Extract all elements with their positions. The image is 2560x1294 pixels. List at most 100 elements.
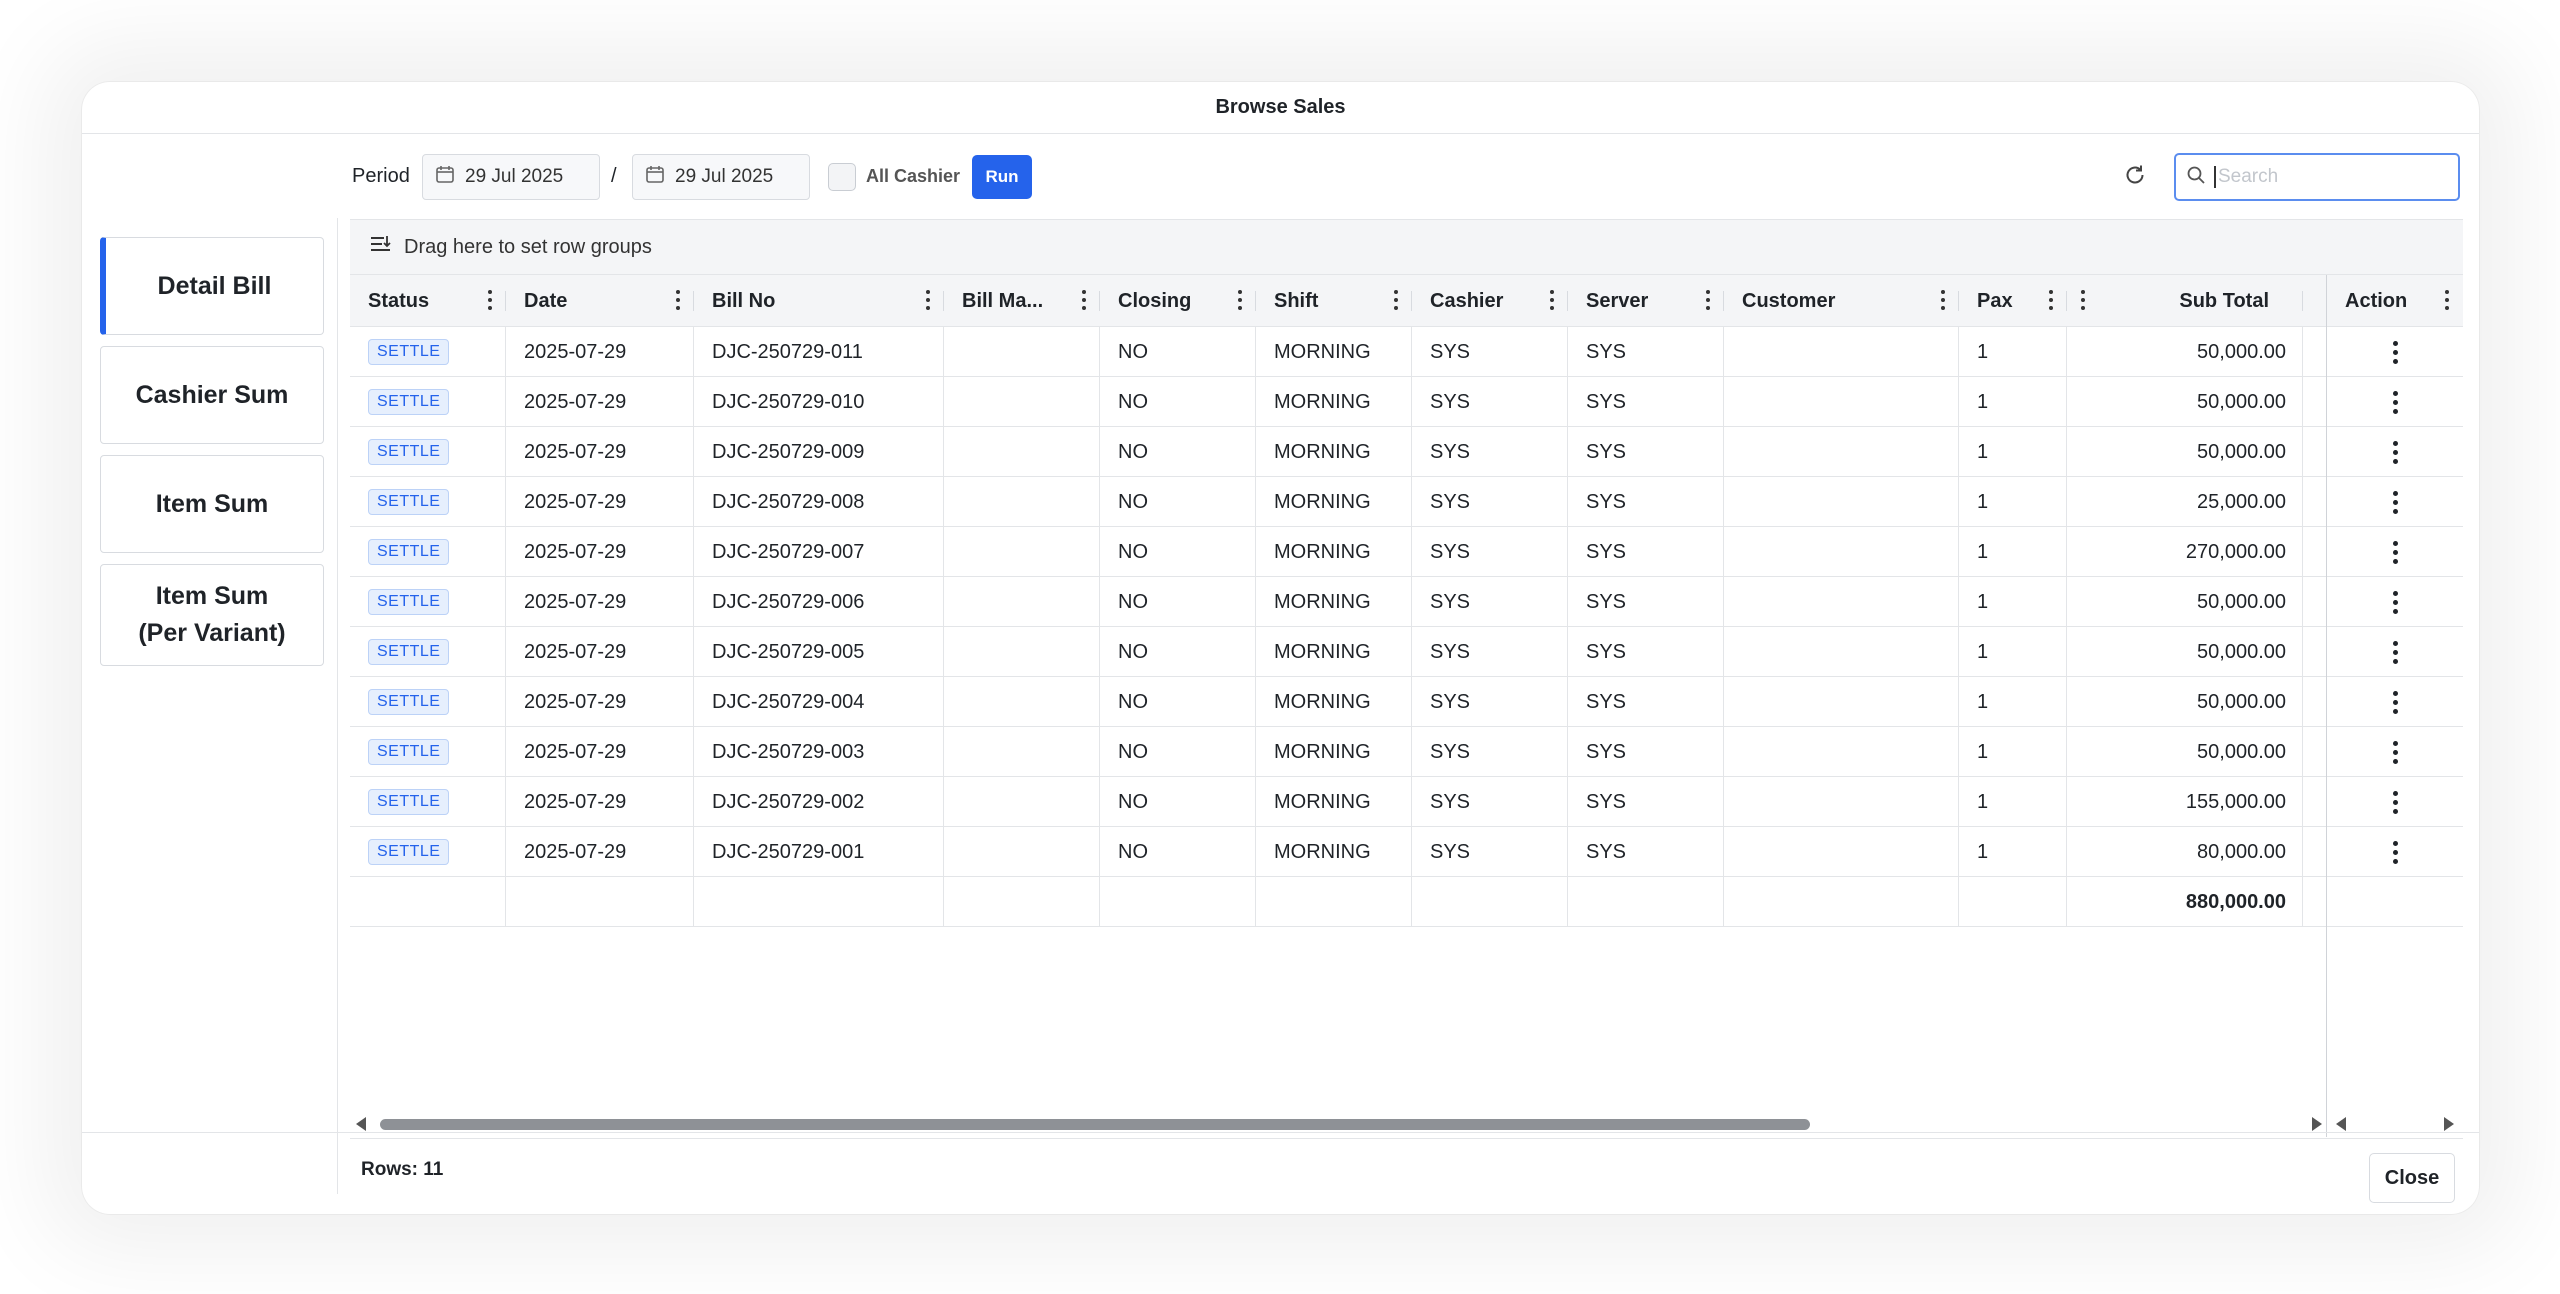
cell-date-value: 2025-07-29 — [524, 340, 627, 363]
col-customer[interactable]: Customer — [1724, 275, 1959, 327]
cell-date-value: 2025-07-29 — [524, 390, 627, 413]
scroll-right-icon[interactable] — [2312, 1117, 2322, 1131]
cell-shift: MORNING — [1256, 477, 1412, 527]
scroll-left-icon[interactable] — [2336, 1117, 2346, 1131]
cell-date: 2025-07-29 — [506, 577, 694, 627]
table-row[interactable]: SETTLE 2025-07-29 DJC-250729-004 NO MORNING S… — [350, 677, 2463, 727]
col-action-label: Action — [2345, 289, 2408, 312]
column-menu-icon[interactable] — [2445, 290, 2449, 310]
col-bill-no[interactable]: Bill No — [694, 275, 944, 327]
table-row[interactable]: SETTLE 2025-07-29 DJC-250729-006 NO MORNING S… — [350, 577, 2463, 627]
cell-action — [2327, 527, 2463, 577]
table-row[interactable]: SETTLE 2025-07-29 DJC-250729-002 NO MORNING S… — [350, 777, 2463, 827]
cell-cashier-value: SYS — [1430, 390, 1471, 413]
cell-action — [2327, 827, 2463, 877]
col-cashier[interactable]: Cashier — [1412, 275, 1568, 327]
cell-bill-no-value: DJC-250729-001 — [712, 840, 865, 863]
row-action-icon[interactable] — [2392, 490, 2398, 514]
row-action-icon[interactable] — [2392, 540, 2398, 564]
column-menu-icon[interactable] — [488, 290, 492, 310]
refresh-button[interactable] — [2118, 160, 2152, 194]
column-menu-icon[interactable] — [1550, 290, 1554, 310]
row-groups-icon — [370, 235, 404, 259]
col-sub-total[interactable]: Sub Total — [2067, 275, 2303, 327]
row-action-icon[interactable] — [2392, 740, 2398, 764]
cell-server: SYS — [1568, 377, 1724, 427]
cell-pax: 1 — [1959, 327, 2067, 377]
cell-server-value: SYS — [1586, 790, 1627, 813]
table-row[interactable]: SETTLE 2025-07-29 DJC-250729-009 NO MORNING S… — [350, 427, 2463, 477]
col-server[interactable]: Server — [1568, 275, 1724, 327]
cell-shift-value: MORNING — [1274, 440, 1371, 463]
all-cashier-checkbox[interactable] — [828, 163, 856, 191]
column-menu-icon[interactable] — [1706, 290, 1710, 310]
row-action-icon[interactable] — [2392, 690, 2398, 714]
row-action-icon[interactable] — [2392, 590, 2398, 614]
col-action[interactable]: Action — [2327, 275, 2463, 327]
col-bill-ma[interactable]: Bill Ma... — [944, 275, 1100, 327]
row-action-icon[interactable] — [2392, 440, 2398, 464]
scroll-left-icon[interactable] — [356, 1117, 366, 1131]
table-row[interactable]: SETTLE 2025-07-29 DJC-250729-007 NO MORNING S… — [350, 527, 2463, 577]
column-menu-icon[interactable] — [1082, 290, 1086, 310]
row-action-icon[interactable] — [2392, 340, 2398, 364]
cell-date: 2025-07-29 — [506, 377, 694, 427]
close-button[interactable]: Close — [2369, 1153, 2455, 1203]
cell-shift-value: MORNING — [1274, 490, 1371, 513]
cell-shift: MORNING — [1256, 777, 1412, 827]
col-status[interactable]: Status — [350, 275, 506, 327]
row-group-panel[interactable]: Drag here to set row groups — [350, 219, 2463, 275]
date-from-input[interactable]: 29 Jul 2025 — [422, 154, 600, 200]
nav-item-sum-per-variant[interactable]: Item Sum (Per Variant) — [100, 564, 324, 666]
table-row[interactable]: SETTLE 2025-07-29 DJC-250729-010 NO MORNING S… — [350, 377, 2463, 427]
cell-action — [2327, 577, 2463, 627]
status-badge: SETTLE — [368, 789, 450, 815]
nav-detail-bill[interactable]: Detail Bill — [100, 237, 324, 335]
cell-pax-value: 1 — [1977, 590, 1989, 613]
scrollbar-thumb[interactable] — [380, 1119, 1810, 1130]
col-pax[interactable]: Pax — [1959, 275, 2067, 327]
row-action-icon[interactable] — [2392, 390, 2398, 414]
search-box[interactable] — [2174, 153, 2460, 201]
cell-cashier: SYS — [1412, 827, 1568, 877]
table-row[interactable]: SETTLE 2025-07-29 DJC-250729-001 NO MORNING S… — [350, 827, 2463, 877]
row-action-icon[interactable] — [2392, 840, 2398, 864]
column-menu-icon[interactable] — [1238, 290, 1242, 310]
col-date[interactable]: Date — [506, 275, 694, 327]
table-row[interactable]: SETTLE 2025-07-29 DJC-250729-003 NO MORNING S… — [350, 727, 2463, 777]
table-row[interactable]: SETTLE 2025-07-29 DJC-250729-011 NO MORNING S… — [350, 327, 2463, 377]
table-row[interactable]: SETTLE 2025-07-29 DJC-250729-008 NO MORNING S… — [350, 477, 2463, 527]
cell-sub-total-value: 270,000.00 — [2185, 540, 2286, 563]
run-button[interactable]: Run — [972, 155, 1032, 199]
cell-status: SETTLE — [350, 327, 506, 377]
total-cell-cashier — [1412, 877, 1568, 927]
nav-cashier-sum[interactable]: Cashier Sum — [100, 346, 324, 444]
cell-sub-total: 155,000.00 — [2067, 777, 2303, 827]
cell-bill-no-value: DJC-250729-011 — [712, 340, 863, 363]
cell-closing-value: NO — [1118, 340, 1148, 363]
date-to-input[interactable]: 29 Jul 2025 — [632, 154, 810, 200]
cell-closing-value: NO — [1118, 390, 1148, 413]
col-closing[interactable]: Closing — [1100, 275, 1256, 327]
cell-shift-value: MORNING — [1274, 690, 1371, 713]
total-cell-bill-no — [694, 877, 944, 927]
column-menu-icon[interactable] — [1394, 290, 1398, 310]
column-menu-icon[interactable] — [2081, 290, 2085, 310]
cell-cashier-value: SYS — [1430, 540, 1471, 563]
column-menu-icon[interactable] — [926, 290, 930, 310]
cell-pax: 1 — [1959, 827, 2067, 877]
cell-bill-no: DJC-250729-010 — [694, 377, 944, 427]
row-action-icon[interactable] — [2392, 640, 2398, 664]
col-shift[interactable]: Shift — [1256, 275, 1412, 327]
cell-action — [2327, 377, 2463, 427]
nav-item-sum[interactable]: Item Sum — [100, 455, 324, 553]
column-menu-icon[interactable] — [676, 290, 680, 310]
search-input[interactable] — [2214, 166, 2444, 188]
column-menu-icon[interactable] — [1941, 290, 1945, 310]
scroll-right-icon[interactable] — [2444, 1117, 2454, 1131]
cell-bill-ma — [944, 327, 1100, 377]
row-action-icon[interactable] — [2392, 790, 2398, 814]
column-menu-icon[interactable] — [2049, 290, 2053, 310]
cell-server-value: SYS — [1586, 690, 1627, 713]
table-row[interactable]: SETTLE 2025-07-29 DJC-250729-005 NO MORNING S… — [350, 627, 2463, 677]
